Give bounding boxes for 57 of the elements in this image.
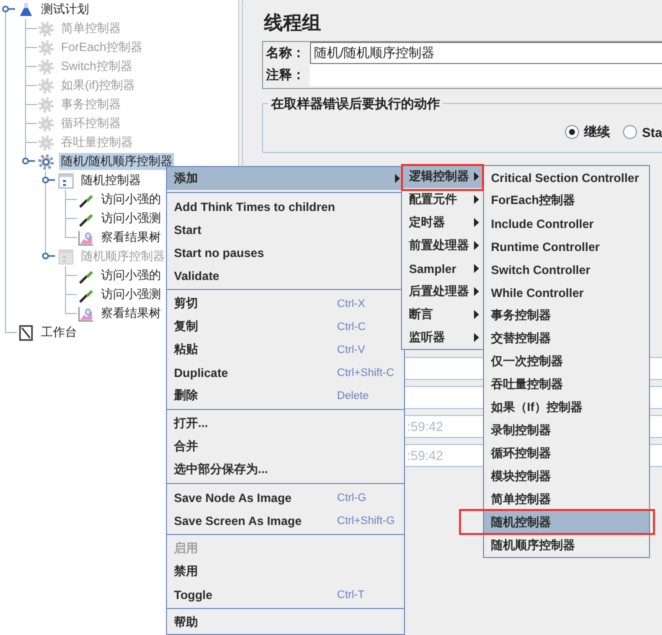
tree-item[interactable]: 测试计划	[39, 1, 91, 18]
field-label: 注释：	[265, 66, 306, 84]
menu-item[interactable]: Start	[167, 218, 404, 241]
menu-item[interactable]: Add Think Times to children	[167, 195, 404, 218]
panel-title: 线程组	[264, 12, 322, 36]
menu-item[interactable]: 逻辑控制器	[402, 165, 483, 188]
menu-item[interactable]: 交替控制器	[484, 327, 649, 350]
name-field[interactable]: 随机/随机顺序控制器	[310, 42, 662, 64]
menu-item[interactable]: Validate	[167, 264, 404, 287]
menu-item[interactable]: 断言	[402, 303, 483, 326]
menu-item[interactable]: Save Screen As Image Ctrl+Shift-G	[167, 509, 404, 532]
menu-item[interactable]: 粘贴 Ctrl-V	[167, 338, 404, 361]
menu-item[interactable]: 循环控制器	[484, 442, 649, 465]
menu-item[interactable]: Runtime Controller	[484, 235, 649, 258]
menu-item[interactable]: 打开...	[167, 412, 404, 435]
radio-label: 继续	[584, 123, 610, 141]
tree-item[interactable]: 访问小强测	[99, 210, 163, 227]
menu-item[interactable]: 复制 Ctrl-C	[167, 315, 404, 338]
menu-item[interactable]: 合并	[167, 435, 404, 458]
menu-item[interactable]: Switch Controller	[484, 258, 649, 281]
menu-item[interactable]: 配置元件	[402, 188, 483, 211]
menu-item[interactable]: Sampler	[402, 257, 483, 280]
menu-item[interactable]: Include Controller	[484, 212, 649, 235]
menu-item[interactable]: 如果（If）控制器	[484, 396, 649, 419]
menu-item[interactable]: 事务控制器	[484, 304, 649, 327]
menu-item[interactable]: 吞吐量控制器	[484, 373, 649, 396]
menu-item[interactable]: 随机控制器	[484, 511, 649, 534]
tree-item[interactable]: 随机/随机顺序控制器	[59, 153, 174, 170]
menu-item[interactable]: 后置处理器	[402, 280, 483, 303]
menu-item[interactable]: 添加	[167, 167, 404, 190]
group-title: 在取样器错误后要执行的动作	[268, 95, 443, 113]
tree-item[interactable]: 察看结果树	[99, 229, 163, 246]
menu-item[interactable]: 剪切 Ctrl-X	[167, 292, 404, 315]
menu-item[interactable]: 删除 Delete	[167, 384, 404, 407]
radio-label: Sta	[642, 124, 662, 140]
menu-item[interactable]: 禁用	[167, 560, 404, 583]
menu-item[interactable]: 帮助	[167, 611, 404, 634]
menu-item[interactable]: 监听器	[402, 326, 483, 349]
menu-item[interactable]: 仅一次控制器	[484, 350, 649, 373]
menu-item[interactable]: 简单控制器	[484, 488, 649, 511]
menu-item[interactable]: 前置处理器	[402, 234, 483, 257]
menu-item[interactable]: While Controller	[484, 281, 649, 304]
tree-item[interactable]: 工作台	[39, 324, 79, 341]
menu-item[interactable]: 录制控制器	[484, 419, 649, 442]
menu-item[interactable]: Critical Section Controller	[484, 166, 649, 189]
menu-item[interactable]: 定时器	[402, 211, 483, 234]
field-label: 名称：	[264, 44, 306, 62]
menu-item[interactable]: ForEach控制器	[484, 189, 649, 212]
tree-item[interactable]: 随机控制器	[79, 172, 143, 189]
tree-item[interactable]: 访问小强的	[99, 191, 163, 208]
menu-item[interactable]: 选中部分保存为...	[167, 458, 404, 481]
menu-item[interactable]: 模块控制器	[484, 465, 649, 488]
menu-item[interactable]: Duplicate Ctrl+Shift-C	[167, 361, 404, 384]
menu-item[interactable]: Save Node As Image Ctrl-G	[167, 486, 404, 509]
menu-item[interactable]: 随机顺序控制器	[484, 534, 649, 557]
menu-item[interactable]: Toggle Ctrl-T	[167, 583, 404, 606]
menu-item[interactable]: Start no pauses	[167, 241, 404, 264]
